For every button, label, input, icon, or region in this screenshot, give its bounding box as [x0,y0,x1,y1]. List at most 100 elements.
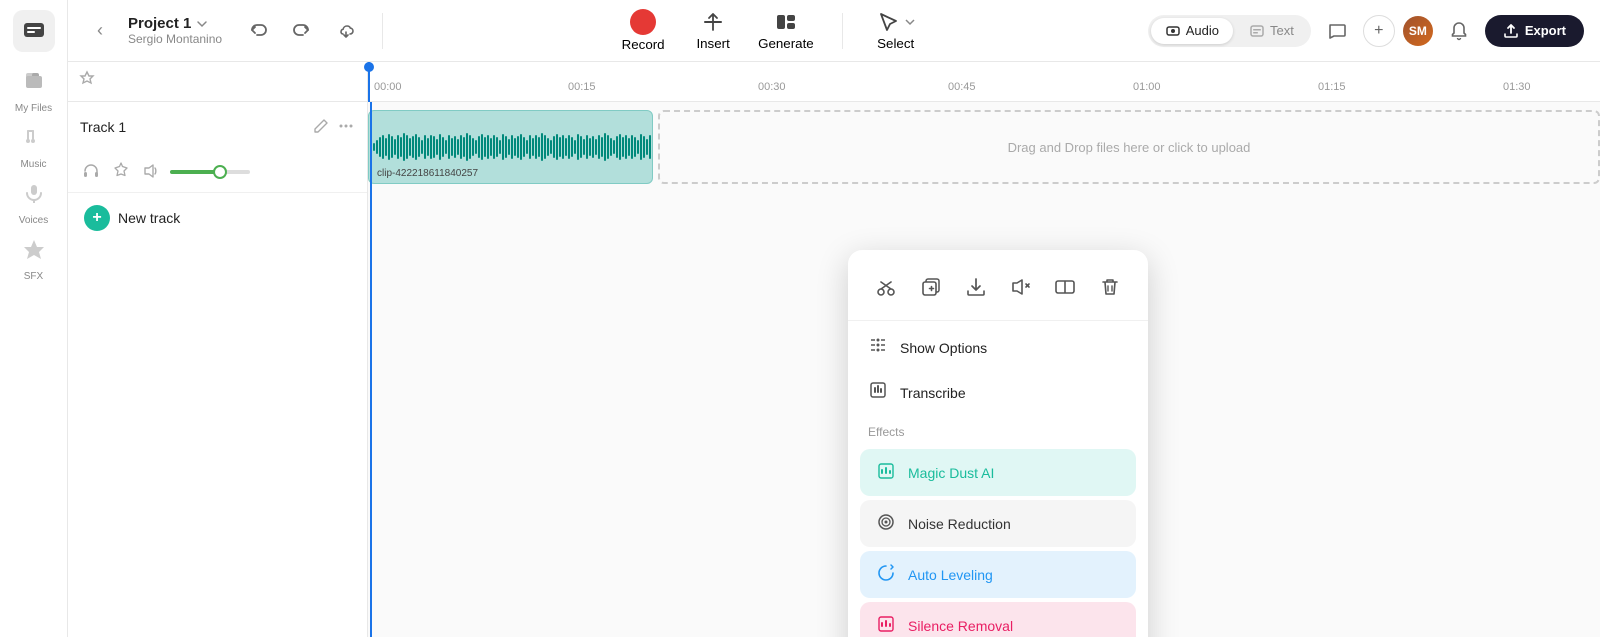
waveform-bar [502,134,504,161]
pin-icon [78,70,96,93]
sidebar-item-label: Music [20,159,46,170]
noise-reduction-button[interactable]: Noise Reduction [860,500,1136,547]
waveform-bar [517,136,519,157]
cloud-save-button[interactable] [330,15,362,47]
audio-text-toggle: Audio Text [1148,15,1311,47]
noise-reduction-label: Noise Reduction [908,516,1011,532]
waveform-bar [433,136,435,157]
select-button[interactable]: Select [871,10,921,51]
redo-button[interactable] [286,15,318,47]
ctx-duplicate-button[interactable] [912,268,950,306]
select-label: Select [877,36,914,51]
record-button[interactable]: Record [618,9,668,52]
more-icon [337,117,355,135]
generate-button[interactable]: Generate [758,10,814,51]
ctx-download-button[interactable] [957,268,995,306]
undo-button[interactable] [242,15,274,47]
waveform-bar [577,134,579,161]
delete-icon [1099,276,1121,298]
waveform-bar [493,135,495,160]
waveform-bar [496,137,498,156]
context-menu: Show Options Transcribe Effects [848,250,1148,637]
sidebar-item-music[interactable]: Music [8,122,60,174]
waveform-bar [538,137,540,156]
magic-dust-button[interactable]: Magic Dust AI [860,449,1136,496]
export-label: Export [1525,23,1566,38]
ctx-split-button[interactable] [1046,268,1084,306]
comment-button[interactable] [1319,13,1355,49]
waveform-bar [505,136,507,157]
playhead-marker [368,62,370,102]
audio-icon [1165,23,1181,39]
audio-clip-1[interactable]: clip-422218611840257 [368,110,653,184]
sidebar-item-label: SFX [24,271,43,282]
transcribe-label: Transcribe [900,385,966,401]
auto-leveling-button[interactable]: Auto Leveling [860,551,1136,598]
waveform-bar [478,136,480,157]
ctx-delete-button[interactable] [1091,268,1129,306]
insert-label: Insert [696,36,729,51]
transcribe-item[interactable]: Transcribe [848,370,1148,415]
drop-zone[interactable]: Drag and Drop files here or click to upl… [658,110,1600,184]
waveform-bar [421,140,423,153]
waveform-bar [442,137,444,156]
new-track-button[interactable]: + New track [68,193,367,243]
track-panel: Track 1 [68,62,368,637]
new-track-label: New track [118,210,180,226]
waveform-bar [448,135,450,158]
effects-button[interactable] [110,160,132,185]
waveform-bar [637,140,639,153]
notification-button[interactable] [1441,13,1477,49]
generate-icon [774,10,798,34]
waveform-bar [622,137,624,156]
waveform-bar [532,138,534,155]
add-button[interactable]: + [1363,15,1395,47]
effects-section-label: Effects [848,415,1148,445]
sidebar-logo[interactable] [13,10,55,52]
waveform-bar [613,140,615,153]
waveform-bar [385,138,387,155]
waveform-bar [550,140,552,153]
waveform-bar [514,138,516,155]
insert-button[interactable]: Insert [688,10,738,51]
waveform-bar [592,136,594,157]
sidebar-item-voices[interactable]: Voices [8,178,60,230]
mute-button[interactable] [140,160,162,185]
audio-toggle-button[interactable]: Audio [1151,18,1233,44]
ctx-cut-button[interactable] [867,268,905,306]
headphone-button[interactable] [80,160,102,185]
voices-icon [22,182,46,212]
generate-label: Generate [758,36,814,51]
timeline-header-left [68,62,367,102]
text-icon [1249,23,1265,39]
effects-icon [112,162,130,180]
sidebar-item-my-files[interactable]: My Files [8,66,60,118]
ruler-mark-5: 01:15 [1318,81,1346,93]
waveform-bar [508,139,510,154]
ctx-mute-button[interactable] [1001,268,1039,306]
ruler-mark-2: 00:30 [758,81,786,93]
waveform-bar [640,134,642,161]
waveform-bar [511,135,513,158]
main-area: ‹ Project 1 Sergio Montanino Record I [68,0,1600,637]
show-options-item[interactable]: Show Options [848,325,1148,370]
waveform-bar [646,139,648,154]
sidebar-item-sfx[interactable]: SFX [8,234,60,286]
waveform-bar [562,135,564,158]
track-more-button[interactable] [337,117,355,138]
project-name: Project 1 [128,15,222,32]
track-edit-button[interactable] [311,116,331,139]
record-icon [630,9,656,35]
waveform-bar [436,139,438,154]
playhead-line [370,102,372,637]
auto-leveling-icon [876,563,896,586]
export-button[interactable]: Export [1485,15,1584,47]
select-icon [876,10,900,34]
volume-slider[interactable] [170,170,250,174]
back-button[interactable]: ‹ [84,15,116,47]
waveform-bar [586,135,588,158]
show-options-label: Show Options [900,340,987,356]
silence-removal-button[interactable]: Silence Removal [860,602,1136,637]
waveform-bar [535,135,537,160]
text-toggle-button[interactable]: Text [1235,18,1308,44]
